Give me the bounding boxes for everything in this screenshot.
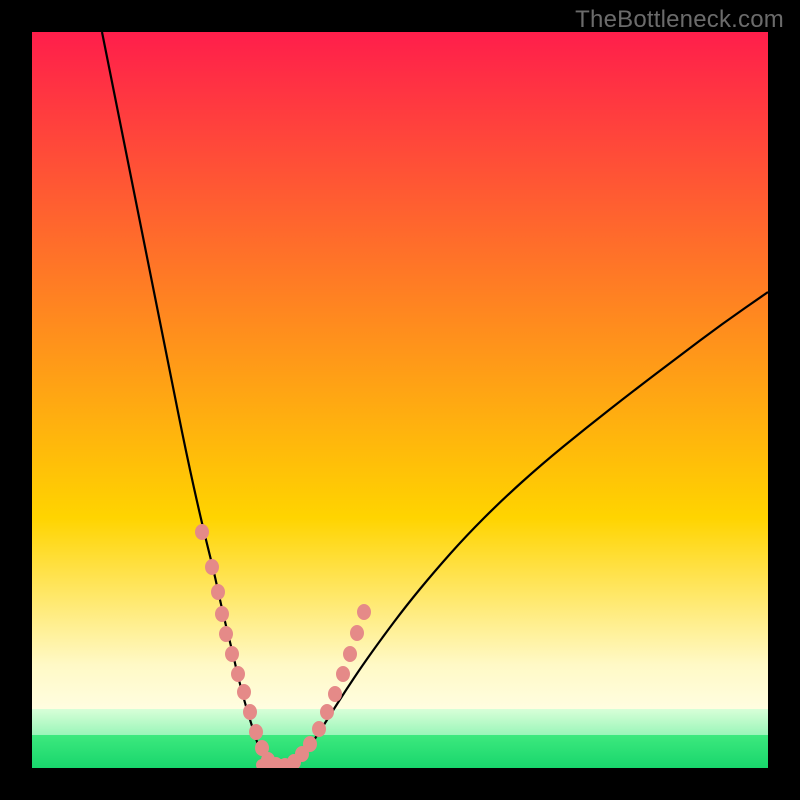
marker-bead [231, 666, 245, 682]
marker-bead [215, 606, 229, 622]
marker-bead [336, 666, 350, 682]
marker-bead [225, 646, 239, 662]
marker-bead [237, 684, 251, 700]
marker-bead [205, 559, 219, 575]
curve-left-curve [102, 32, 284, 767]
plot-svg [32, 32, 768, 768]
marker-bead [328, 686, 342, 702]
plot-frame [32, 32, 768, 768]
marker-bead [312, 721, 326, 737]
marker-bead [350, 625, 364, 641]
marker-bead [195, 524, 209, 540]
marker-bead [219, 626, 233, 642]
marker-bead [249, 724, 263, 740]
marker-bead [343, 646, 357, 662]
marker-bead [303, 736, 317, 752]
marker-bead [211, 584, 225, 600]
marker-bead [357, 604, 371, 620]
marker-bead [320, 704, 334, 720]
curve-right-curve [284, 292, 768, 767]
marker-bead [243, 704, 257, 720]
watermark-text: TheBottleneck.com [575, 6, 784, 34]
